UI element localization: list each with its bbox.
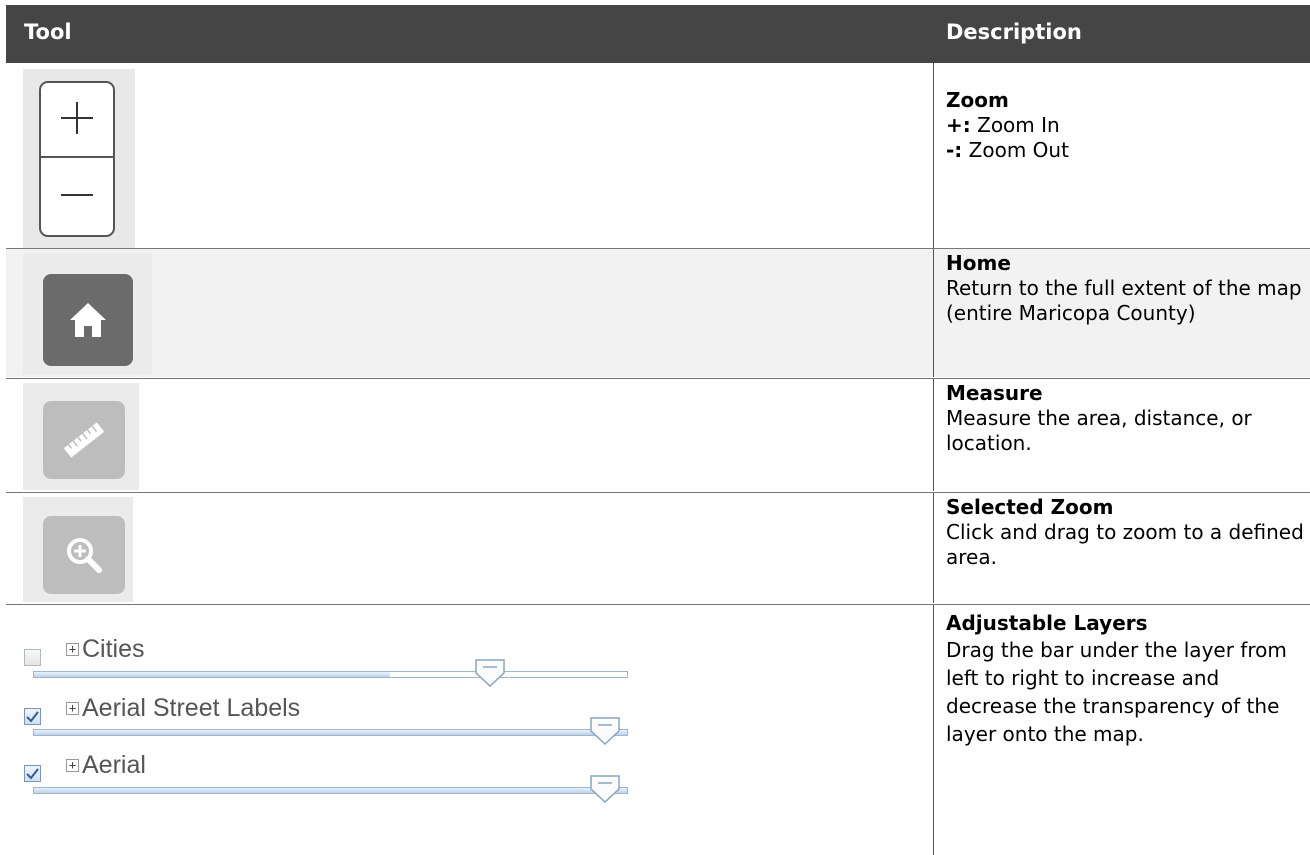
zoom-in-line: +: Zoom In bbox=[946, 113, 1060, 137]
opacity-slider[interactable] bbox=[33, 787, 628, 794]
adjustable-layers-description: Adjustable Layers Drag the bar under the… bbox=[946, 611, 1306, 748]
home-icon bbox=[70, 303, 106, 337]
table-row-adjustable-layers: + Cities + Aerial Street Labels + Aerial… bbox=[6, 605, 1310, 855]
table-header: Tool Description bbox=[6, 5, 1310, 63]
measure-text: Measure the area, distance, or location. bbox=[946, 406, 1252, 455]
layer-label: Aerial bbox=[82, 751, 146, 779]
adjustable-layers-title: Adjustable Layers bbox=[946, 611, 1148, 635]
checkmark-icon bbox=[26, 711, 39, 723]
expand-icon[interactable]: + bbox=[66, 759, 79, 772]
minus-icon bbox=[61, 194, 93, 196]
adjustable-layers-text: Drag the bar under the layer from left t… bbox=[946, 638, 1287, 746]
table-row-home: Home Return to the full extent of the ma… bbox=[6, 249, 1310, 377]
zoom-magnifier-icon bbox=[67, 538, 102, 573]
zoom-control bbox=[39, 81, 115, 237]
home-text: Return to the full extent of the map (en… bbox=[946, 276, 1302, 325]
ruler-icon bbox=[64, 422, 104, 458]
header-description: Description bbox=[946, 20, 1082, 44]
selected-zoom-text: Click and drag to zoom to a defined area… bbox=[946, 520, 1304, 569]
selected-zoom-title: Selected Zoom bbox=[946, 495, 1114, 519]
slider-thumb[interactable] bbox=[590, 717, 620, 745]
zoom-in-button[interactable] bbox=[41, 83, 113, 156]
table-row-zoom: Zoom +: Zoom In -: Zoom Out bbox=[6, 63, 1310, 253]
slider-thumb[interactable] bbox=[590, 775, 620, 803]
header-tool: Tool bbox=[24, 20, 72, 44]
selected-zoom-button[interactable] bbox=[43, 516, 125, 594]
layer-label: Cities bbox=[82, 635, 145, 663]
expand-icon[interactable]: + bbox=[66, 702, 79, 715]
opacity-slider[interactable] bbox=[33, 671, 628, 678]
layer-checkbox[interactable] bbox=[24, 649, 41, 666]
home-description: Home Return to the full extent of the ma… bbox=[946, 251, 1306, 326]
zoom-description: Zoom +: Zoom In -: Zoom Out bbox=[946, 88, 1306, 163]
layer-checkbox[interactable] bbox=[24, 708, 41, 725]
slider-thumb[interactable] bbox=[475, 659, 505, 687]
table-row-selected-zoom: Selected Zoom Click and drag to zoom to … bbox=[6, 493, 1310, 603]
measure-description: Measure Measure the area, distance, or l… bbox=[946, 381, 1306, 456]
home-title: Home bbox=[946, 251, 1011, 275]
checkmark-icon bbox=[26, 768, 39, 780]
home-button[interactable] bbox=[43, 274, 133, 366]
zoom-out-button[interactable] bbox=[41, 158, 113, 235]
layer-checkbox[interactable] bbox=[24, 765, 41, 782]
zoom-out-line: -: Zoom Out bbox=[946, 138, 1069, 162]
table-row-measure: Measure Measure the area, distance, or l… bbox=[6, 379, 1310, 491]
layer-label: Aerial Street Labels bbox=[82, 694, 301, 722]
measure-button[interactable] bbox=[43, 401, 125, 479]
zoom-title: Zoom bbox=[946, 88, 1009, 112]
selected-zoom-description: Selected Zoom Click and drag to zoom to … bbox=[946, 495, 1306, 570]
measure-title: Measure bbox=[946, 381, 1043, 405]
opacity-slider[interactable] bbox=[33, 729, 628, 736]
expand-icon[interactable]: + bbox=[66, 643, 79, 656]
